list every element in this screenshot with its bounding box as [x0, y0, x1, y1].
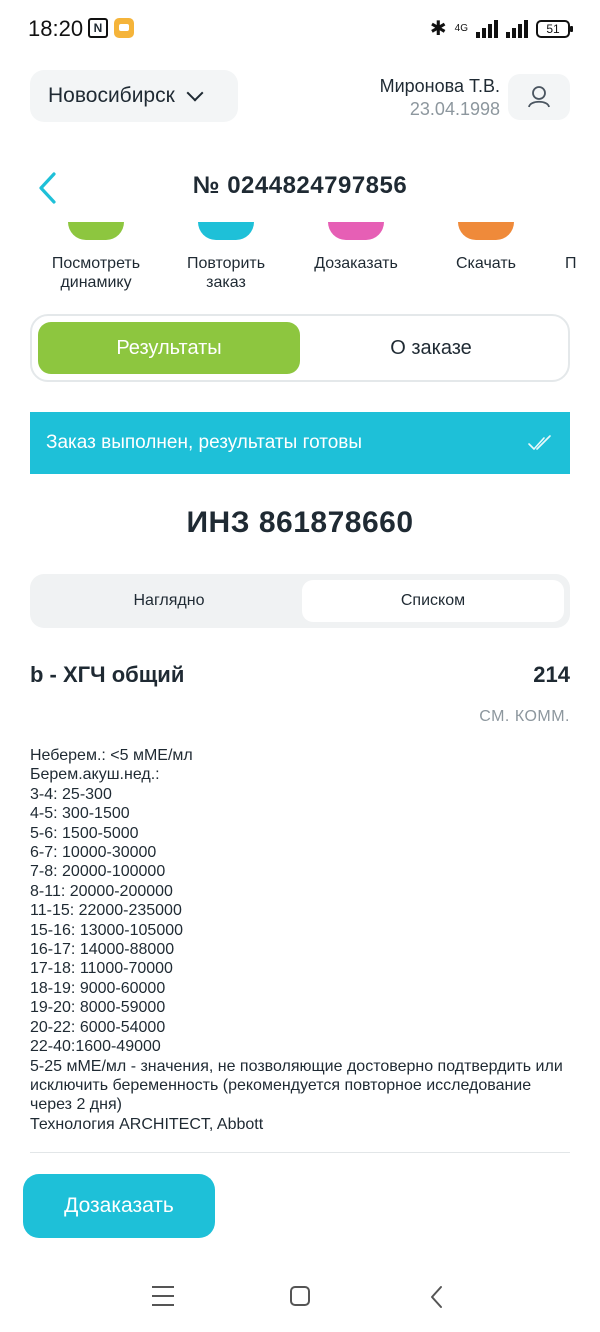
action-more[interactable]: П [556, 222, 596, 273]
dynamics-icon [68, 222, 124, 240]
nfc-icon: N [88, 18, 108, 38]
user-icon [528, 86, 550, 108]
action-label: Дозаказать [314, 255, 398, 272]
action-row: Посмотреть динамику Повторить заказ Доза… [30, 222, 600, 302]
order-tabs: Результаты О заказе [30, 314, 570, 382]
test-value: 214 [533, 662, 570, 687]
battery-icon: 51 [536, 19, 573, 38]
divider [30, 1152, 570, 1153]
status-bar: 18:20 N ✱ 4G 51 [0, 0, 600, 60]
add-order-icon [328, 222, 384, 240]
signal-icon [476, 19, 498, 38]
action-download[interactable]: Скачать [426, 222, 546, 273]
download-icon [458, 222, 514, 240]
view-list-button[interactable]: Списком [302, 580, 564, 622]
action-label: Повторить заказ [186, 255, 266, 291]
inz-number: ИНЗ 861878660 [186, 506, 414, 539]
action-view-dynamics[interactable]: Посмотреть динамику [36, 222, 156, 292]
action-repeat-order[interactable]: Повторить заказ [166, 222, 286, 292]
user-info: Миронова Т.В. 23.04.1998 [380, 76, 500, 120]
city-label: Новосибирск [48, 84, 175, 107]
back-icon[interactable] [428, 1284, 446, 1315]
add-order-button[interactable]: Дозаказать [23, 1174, 215, 1238]
status-icons: ✱ 4G 51 [429, 16, 573, 41]
action-label: П [565, 255, 577, 272]
signal-icon-2 [506, 19, 528, 38]
test-comment: СМ. КОММ. [479, 708, 570, 725]
menu-icon[interactable] [152, 1286, 174, 1306]
tab-about-order[interactable]: О заказе [300, 322, 562, 374]
bluetooth-icon: ✱ [429, 18, 447, 40]
test-name: b - ХГЧ общий [30, 662, 185, 687]
status-banner-text: Заказ выполнен, результаты готовы [46, 432, 363, 453]
reference-values: Неберем.: <5 мМЕ/мл Берем.акуш.нед.: 3-4… [30, 747, 563, 1133]
home-icon[interactable] [290, 1286, 310, 1306]
view-visual-button[interactable]: Наглядно [36, 580, 302, 622]
action-label: Посмотреть динамику [51, 255, 141, 291]
profile-button[interactable] [508, 74, 570, 120]
action-add-order[interactable]: Дозаказать [296, 222, 416, 273]
city-select[interactable]: Новосибирск [30, 70, 238, 122]
double-check-icon [526, 429, 554, 463]
user-name: Миронова Т.В. [379, 76, 500, 96]
tab-results[interactable]: Результаты [38, 322, 300, 374]
order-number: № 0244824797856 [192, 172, 408, 199]
system-navbar [0, 1262, 600, 1332]
status-banner: Заказ выполнен, результаты готовы [30, 412, 570, 474]
chevron-down-icon [186, 84, 204, 102]
status-time: 18:20 [28, 16, 84, 41]
user-dob: 23.04.1998 [409, 99, 500, 119]
action-label: Скачать [456, 255, 516, 272]
view-toggle: Наглядно Списком [30, 574, 570, 628]
notification-app-icon [114, 18, 134, 38]
repeat-icon [198, 222, 254, 240]
network-type-label: 4G [454, 23, 468, 34]
